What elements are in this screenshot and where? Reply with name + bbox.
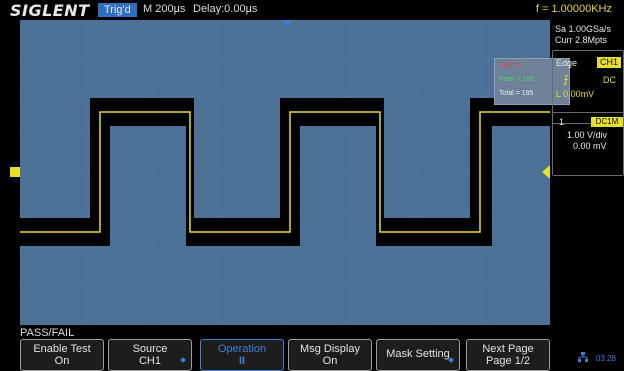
total-count: Total = 195 (499, 90, 534, 97)
fail-count: Fail = 0 (499, 62, 523, 69)
right-info-panel: Sa 1.00GSa/s Curr 2.8Mpts Edge CH1 ⨍ DC … (551, 20, 624, 360)
trigger-coupling: DC (603, 75, 616, 85)
msg-display-value: On (322, 355, 338, 367)
operation-button[interactable]: Operation II (200, 339, 284, 371)
source-value: CH1 (138, 355, 161, 367)
frequency-readout: f = 1.00000KHz (535, 3, 612, 15)
source-label: Source (132, 343, 168, 355)
enable-test-label: Enable Test (33, 343, 91, 355)
waveform-display[interactable]: Fail = 0 Pass = 195 Total = 195 (20, 20, 570, 325)
ch1-ground-marker (10, 167, 20, 177)
memory-depth: Curr 2.8Mpts (555, 35, 608, 45)
next-page-button[interactable]: Next Page Page 1/2 (466, 339, 550, 371)
trigger-level: L 0.00mV (556, 89, 595, 99)
channel-info-box[interactable]: 1 DC1M 1.00 V/div 0.00 mV (552, 112, 624, 176)
network-icon (578, 349, 588, 362)
mask-setting-label: Mask Setting (386, 348, 450, 360)
pass-count: Pass = 195 (499, 76, 535, 83)
waveform-canvas (20, 20, 550, 325)
delay-readout: Delay:0.00µs (193, 3, 258, 15)
softkey-menu: PASS/FAIL Enable Test On Source CH1 Oper… (0, 325, 624, 371)
volts-per-div: 1.00 V/div (567, 130, 608, 140)
top-status-bar: SIGLENT Trig'd M 200µs Delay:0.00µs f = … (0, 0, 624, 20)
sample-rate: Sa 1.00GSa/s (555, 24, 612, 34)
trigger-type: Edge (556, 58, 578, 68)
enable-test-value: On (54, 355, 70, 367)
mask-setting-button[interactable]: Mask Setting (376, 339, 460, 371)
brand-logo: SIGLENT (10, 1, 90, 20)
source-button[interactable]: Source CH1 (108, 339, 192, 371)
clock-readout: 03:28 (595, 354, 616, 363)
channel-offset: 0.00 mV (573, 141, 607, 151)
page-indicator: Page 1/2 (485, 355, 531, 367)
channel-number: 1 (559, 117, 565, 127)
pause-icon: II (238, 355, 246, 367)
next-page-label: Next Page (482, 343, 534, 355)
trigger-source-badge: CH1 (597, 57, 621, 68)
operation-label: Operation (217, 343, 267, 355)
msg-display-label: Msg Display (300, 343, 360, 355)
rising-edge-icon: ⨍ (563, 74, 569, 86)
msg-display-button[interactable]: Msg Display On (288, 339, 372, 371)
menu-title: PASS/FAIL (20, 327, 75, 339)
timebase-readout: M 200µs (143, 3, 186, 15)
enable-test-button[interactable]: Enable Test On (20, 339, 104, 371)
trigger-level-marker (542, 165, 550, 179)
trigger-status-badge: Trig'd (98, 3, 137, 17)
channel-coupling-badge: DC1M (591, 117, 623, 127)
trigger-position-marker (282, 20, 292, 26)
